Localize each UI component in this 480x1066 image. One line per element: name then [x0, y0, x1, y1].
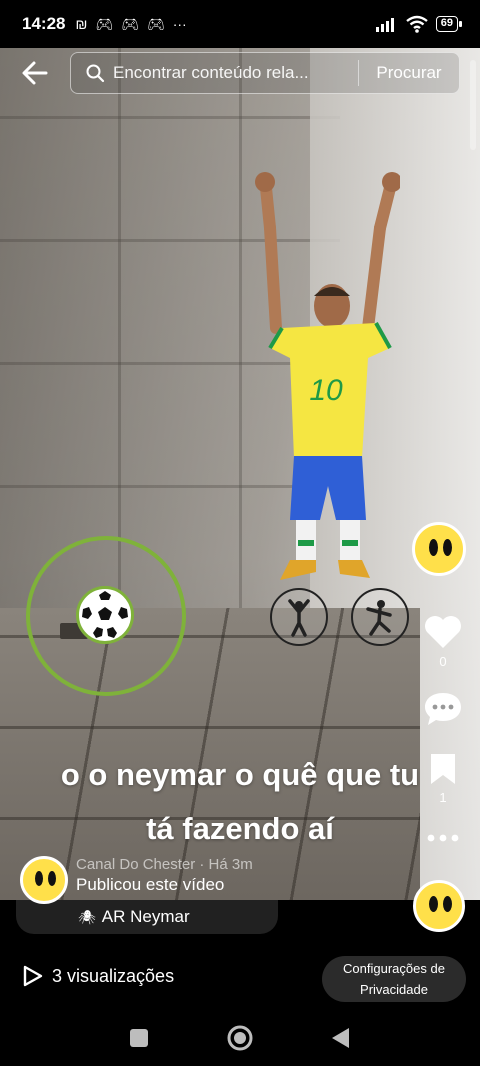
like-button[interactable]: 0 — [420, 614, 466, 669]
views-count: 3 visualizações — [52, 965, 175, 986]
search-button[interactable]: Procurar — [359, 63, 459, 83]
game-controller-icon: 🎮︎ — [146, 15, 165, 32]
status-system-icons: 69 — [375, 15, 463, 33]
creator-avatar[interactable] — [20, 856, 68, 904]
status-time: 14:28 — [22, 14, 66, 33]
more-notifications-icon: ··· — [172, 16, 187, 32]
more-button[interactable] — [420, 832, 466, 844]
effect-name: AR Neymar — [101, 907, 190, 926]
privacy-label-line2: Privacidade — [360, 982, 428, 997]
status-bar: 14:28 ₪ 🎮︎ 🎮︎ 🎮︎ ··· 69 — [0, 0, 480, 48]
arrow-left-icon — [22, 61, 48, 85]
game-controller-icon: 🎮︎ — [95, 15, 114, 32]
person-arms-up-icon — [288, 599, 310, 637]
effect-avatar-button[interactable] — [412, 522, 466, 576]
soccer-ball-icon[interactable] — [76, 586, 134, 644]
effect-pill[interactable]: 🕷︎ AR Neymar — [16, 900, 278, 934]
status-notification-icons: ₪ 🎮︎ 🎮︎ 🎮︎ ··· — [75, 16, 186, 33]
recents-icon[interactable] — [129, 1028, 149, 1048]
effect-bug-icon: 🕷︎ — [78, 908, 96, 925]
creator-row[interactable]: Canal Do Chester · Há 3m Publicou este v… — [20, 856, 253, 904]
back-button[interactable] — [20, 58, 54, 88]
more-dots-icon — [427, 834, 459, 842]
smiley-avatar — [412, 522, 466, 576]
wifi-icon — [406, 15, 428, 33]
published-label: Publicou este vídeo — [76, 875, 225, 894]
privacy-settings-button[interactable]: Configurações de Privacidade — [322, 956, 466, 1002]
system-nav-bar — [0, 1010, 480, 1066]
celebrate-gesture-button[interactable] — [270, 588, 328, 646]
video-caption: o o neymar o quê que tu tá fazendo aí — [30, 748, 450, 856]
heart-icon — [425, 616, 461, 648]
scroll-indicator — [470, 60, 476, 150]
dance-gesture-button[interactable] — [351, 588, 409, 646]
music-avatar-button[interactable] — [413, 880, 465, 932]
back-nav-icon[interactable] — [331, 1027, 351, 1049]
comment-icon — [425, 693, 461, 725]
play-icon — [23, 965, 43, 987]
search-icon — [86, 64, 105, 83]
search-input[interactable]: Encontrar conteúdo rela... — [113, 63, 358, 83]
game-controller-icon: 🎮︎ — [121, 15, 139, 32]
ar-neymar-figure: 10 — [255, 172, 400, 580]
battery-icon: 69 — [435, 16, 463, 32]
save-button[interactable]: 1 — [420, 752, 466, 805]
creator-name[interactable]: Canal Do Chester · Há 3m — [76, 856, 253, 873]
views-row[interactable]: 3 visualizações — [22, 964, 174, 988]
jersey-number: 10 — [309, 374, 343, 407]
video-player[interactable]: 10 o o neymar o quê que tu tá fazendo aí — [0, 48, 480, 900]
nfc-icon: ₪ — [75, 16, 88, 32]
smiley-avatar — [413, 880, 465, 932]
person-dancing-icon — [366, 600, 392, 636]
caption-line-2: tá fazendo aí — [146, 811, 334, 846]
search-bar[interactable]: Encontrar conteúdo rela... Procurar — [70, 52, 460, 94]
privacy-label-line1: Configurações de — [343, 961, 445, 976]
comment-button[interactable] — [420, 690, 466, 728]
home-icon[interactable] — [227, 1025, 253, 1051]
bookmark-icon — [431, 754, 455, 784]
signal-icon — [375, 18, 394, 32]
caption-line-1: o o neymar o quê que tu — [60, 757, 420, 792]
save-count: 1 — [439, 790, 447, 805]
creator-text: Canal Do Chester · Há 3m Publicou este v… — [76, 856, 253, 895]
like-count: 0 — [439, 654, 447, 669]
